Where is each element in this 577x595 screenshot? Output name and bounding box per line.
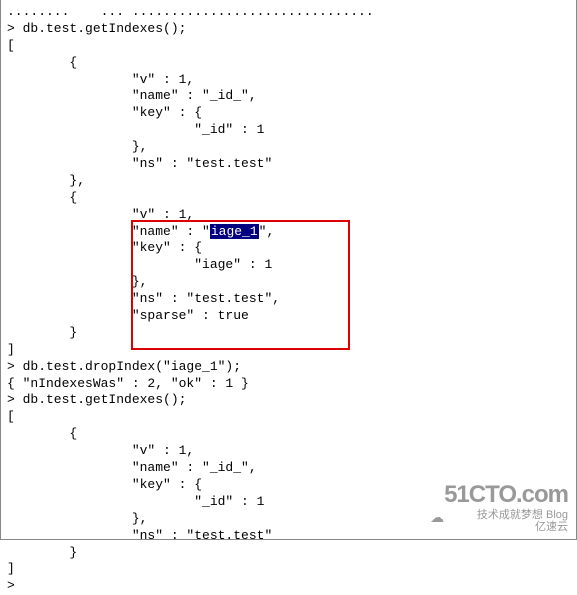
output-line: "sparse" : true [7, 308, 570, 325]
output-line: { [7, 426, 570, 443]
output-line: "_id" : 1 [7, 122, 570, 139]
output-line: } [7, 545, 570, 562]
output-line: }, [7, 511, 570, 528]
output-line: }, [7, 274, 570, 291]
output-line: "v" : 1, [7, 207, 570, 224]
output-line: ] [7, 561, 570, 578]
output-line: [ [7, 38, 570, 55]
output-line: "name" : "iage_1", [7, 224, 570, 241]
output-line: }, [7, 173, 570, 190]
output-line: { "nIndexesWas" : 2, "ok" : 1 } [7, 376, 570, 393]
output-line: "ns" : "test.test" [7, 528, 570, 545]
command-line: > db.test.getIndexes(); [7, 392, 570, 409]
highlighted-text: iage_1 [210, 224, 259, 239]
output-line: [ [7, 409, 570, 426]
output-line: } [7, 325, 570, 342]
output-line: ] [7, 342, 570, 359]
output-line: }, [7, 139, 570, 156]
output-line: "key" : { [7, 240, 570, 257]
output-line: "v" : 1, [7, 443, 570, 460]
output-line: "ns" : "test.test" [7, 156, 570, 173]
output-line: ........ ... ...........................… [7, 4, 570, 21]
output-line: "key" : { [7, 477, 570, 494]
output-line: "name" : "_id_", [7, 88, 570, 105]
command-line: > db.test.dropIndex("iage_1"); [7, 359, 570, 376]
command-line: > db.test.getIndexes(); [7, 21, 570, 38]
output-line: { [7, 55, 570, 72]
output-line: "ns" : "test.test", [7, 291, 570, 308]
output-line: "v" : 1, [7, 72, 570, 89]
output-line: "key" : { [7, 105, 570, 122]
output-line: { [7, 190, 570, 207]
output-line: "_id" : 1 [7, 494, 570, 511]
prompt-line[interactable]: > [7, 578, 570, 595]
output-line: "iage" : 1 [7, 257, 570, 274]
output-line: "name" : "_id_", [7, 460, 570, 477]
terminal-output: ........ ... ...........................… [0, 0, 577, 540]
